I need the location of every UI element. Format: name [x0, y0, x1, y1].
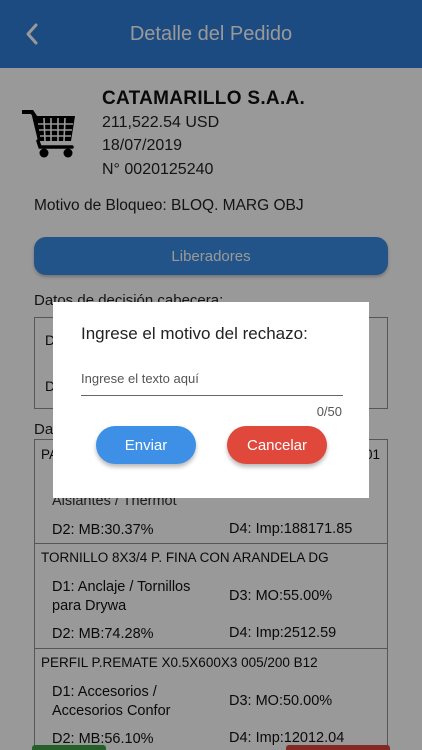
- cancel-button[interactable]: Cancelar: [227, 426, 327, 464]
- char-counter: 0/50: [316, 404, 342, 419]
- dialog-heading: Ingrese el motivo del rechazo:: [81, 324, 308, 343]
- send-button[interactable]: Enviar: [96, 426, 196, 464]
- rejection-dialog: Ingrese el motivo del rechazo: 0/50 Envi…: [53, 302, 369, 498]
- reason-input[interactable]: [81, 362, 343, 396]
